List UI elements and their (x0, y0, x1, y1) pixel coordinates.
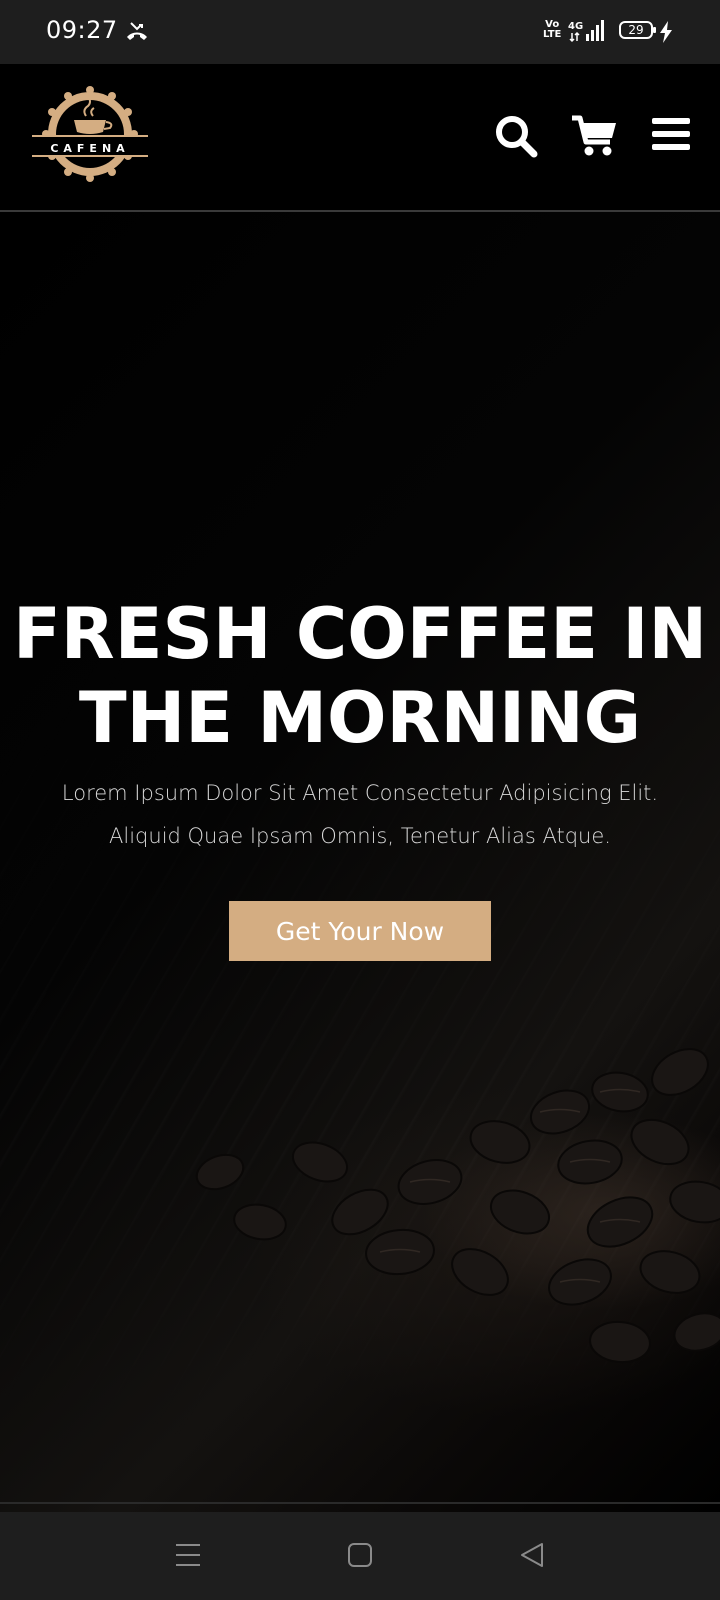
battery-indicator: 29 (619, 21, 656, 39)
recents-icon[interactable] (174, 1540, 202, 1575)
coffee-beans-image (195, 1048, 720, 1364)
charging-icon (659, 20, 673, 49)
menu-icon[interactable] (652, 114, 690, 159)
lte-label: LTE (543, 29, 562, 40)
logo-text: CAFENA (50, 142, 130, 155)
cafena-logo[interactable]: CAFENA (30, 86, 150, 186)
network-type-label: 4G (568, 21, 583, 32)
hero-subtitle-line-2: Aliquid Quae Ipsam Omnis, Tenetur Alias … (109, 824, 611, 848)
hero-subtitle: Lorem Ipsum Dolor Sit Amet Consectetur A… (40, 772, 680, 858)
missed-call-icon (124, 20, 150, 49)
signal-icon: 4G (568, 19, 610, 48)
hero-subtitle-line-1: Lorem Ipsum Dolor Sit Amet Consectetur A… (61, 781, 659, 805)
status-bar: 09:27 Vo LTE 4G 29 (0, 0, 720, 64)
site-header: CAFENA (0, 64, 720, 212)
home-icon[interactable] (347, 1540, 373, 1575)
back-icon[interactable] (518, 1540, 546, 1575)
get-your-now-button[interactable]: Get Your Now (229, 901, 491, 961)
hero-title-line-2: THE MORNING (78, 677, 642, 759)
volte-icon: Vo LTE (543, 20, 561, 40)
status-time: 09:27 (46, 16, 118, 44)
hero-section: FRESH COFFEE IN THE MORNING Lorem Ipsum … (0, 212, 720, 1512)
hero-title-line-1: FRESH COFFEE IN (12, 593, 708, 675)
hero-title: FRESH COFFEE IN THE MORNING (0, 592, 720, 760)
divider (0, 1502, 720, 1504)
system-nav-bar (0, 1512, 720, 1600)
logo-emblem (32, 86, 148, 182)
cart-icon[interactable] (570, 114, 618, 163)
search-icon[interactable] (494, 114, 538, 163)
